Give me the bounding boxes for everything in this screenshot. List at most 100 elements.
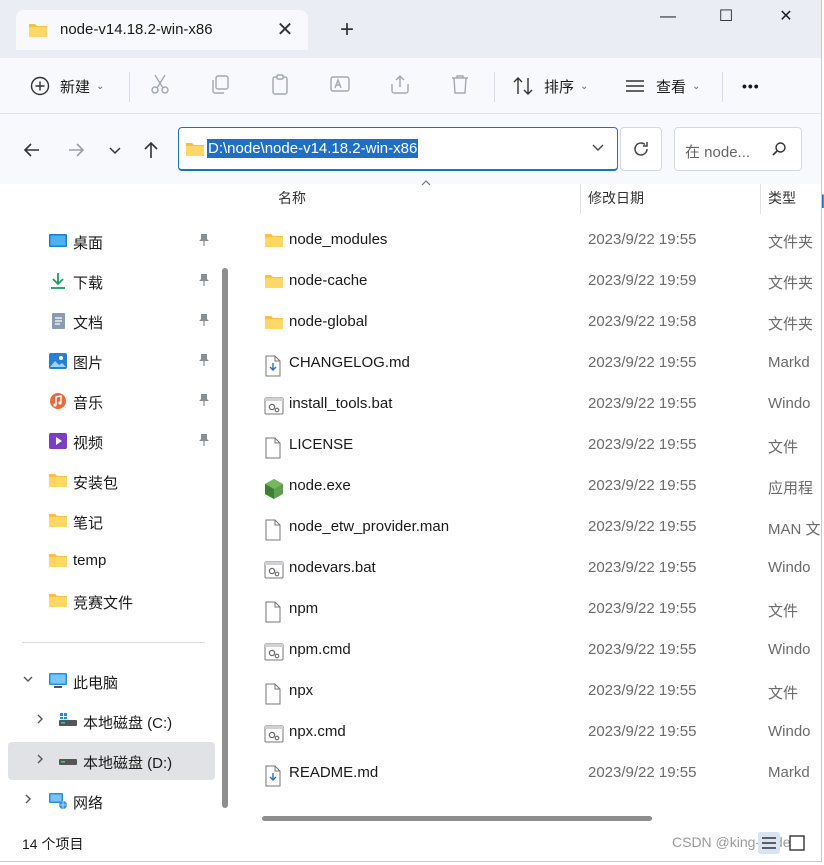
- computer-icon: [48, 672, 68, 690]
- sidebar-item-drive-c[interactable]: 本地磁盘 (C:): [8, 702, 215, 740]
- sidebar-item-quick-access[interactable]: 安装包: [8, 462, 215, 500]
- sidebar-item-label: 音乐: [73, 395, 104, 412]
- sidebar-item-network[interactable]: 网络: [8, 782, 215, 820]
- file-name: npx: [289, 682, 314, 699]
- sidebar-item-quick-access[interactable]: 文档: [8, 302, 215, 340]
- column-header-name[interactable]: 名称: [278, 188, 306, 208]
- delete-icon[interactable]: [448, 72, 476, 100]
- file-row[interactable]: node-global 2023/9/22 19:58 文件夹: [250, 302, 821, 342]
- file-name: node_etw_provider.man: [289, 518, 450, 535]
- sidebar-scrollbar[interactable]: [222, 268, 228, 808]
- sort-ascending-icon: [420, 178, 432, 190]
- tab-close-button[interactable]: ✕: [272, 17, 298, 43]
- file-row[interactable]: nodevars.bat 2023/9/22 19:55 Windo: [250, 548, 821, 588]
- back-button[interactable]: [18, 136, 46, 164]
- file-row[interactable]: npm 2023/9/22 19:55 文件: [250, 589, 821, 629]
- sidebar-item-this-pc[interactable]: 此电脑: [8, 662, 215, 700]
- file-modified-date: 2023/9/22 19:55: [588, 436, 697, 453]
- column-divider[interactable]: [580, 184, 581, 214]
- sidebar-item-quick-access[interactable]: 音乐: [8, 382, 215, 420]
- sidebar-item-quick-access[interactable]: 下载: [8, 262, 215, 300]
- chevron-down-icon[interactable]: [591, 140, 605, 157]
- folder-icon: [185, 141, 205, 161]
- file-modified-date: 2023/9/22 19:59: [588, 272, 697, 289]
- file-row[interactable]: npx 2023/9/22 19:55 文件: [250, 671, 821, 711]
- thumbnail-view-button[interactable]: [786, 832, 808, 854]
- chevron-right-icon[interactable]: [34, 713, 46, 728]
- pin-icon[interactable]: [198, 433, 210, 450]
- file-modified-date: 2023/9/22 19:55: [588, 518, 697, 535]
- sort-button[interactable]: 排序 ⌄: [512, 70, 588, 102]
- sidebar-item-quick-access[interactable]: temp: [8, 542, 215, 580]
- file-row[interactable]: node_etw_provider.man 2023/9/22 19:55 MAN …: [250, 507, 821, 547]
- music-icon: [48, 392, 68, 410]
- sidebar-item-quick-access[interactable]: 笔记: [8, 502, 215, 540]
- pin-icon[interactable]: [198, 393, 210, 410]
- file-type: Windo: [768, 641, 811, 658]
- file-type: Windo: [768, 723, 811, 740]
- file-name: node-cache: [289, 272, 368, 289]
- sort-label: 排序: [544, 78, 575, 96]
- sidebar-item-quick-access[interactable]: 竞赛文件: [8, 582, 215, 620]
- file-row[interactable]: npx.cmd 2023/9/22 19:55 Windo: [250, 712, 821, 752]
- refresh-button[interactable]: [620, 127, 662, 171]
- minimize-button[interactable]: —: [640, 0, 696, 34]
- address-bar[interactable]: D:\node\node-v14.18.2-win-x86: [178, 127, 618, 171]
- file-row[interactable]: node-cache 2023/9/22 19:59 文件夹: [250, 261, 821, 301]
- file-row[interactable]: node_modules 2023/9/22 19:55 文件夹: [250, 220, 821, 260]
- file-type: MAN 文: [768, 521, 821, 538]
- sidebar-item-label: 本地磁盘 (C:): [83, 715, 173, 732]
- sidebar-item-quick-access[interactable]: 视频: [8, 422, 215, 460]
- toolbar-divider: [722, 72, 723, 102]
- maximize-button[interactable]: ☐: [698, 0, 754, 34]
- chevron-down-icon[interactable]: [22, 673, 34, 688]
- tab-title: node-v14.18.2-win-x86: [60, 21, 213, 38]
- column-divider[interactable]: [760, 184, 761, 214]
- new-button[interactable]: 新建 ⌄: [30, 70, 104, 102]
- file-row[interactable]: CHANGELOG.md 2023/9/22 19:55 Markd: [250, 343, 821, 383]
- search-box[interactable]: 在 node...: [674, 127, 802, 171]
- copy-icon[interactable]: [208, 72, 236, 100]
- rename-icon[interactable]: [328, 72, 356, 100]
- pin-icon[interactable]: [198, 233, 210, 250]
- file-row[interactable]: README.md 2023/9/22 19:55 Markd: [250, 753, 821, 793]
- share-icon[interactable]: [388, 72, 416, 100]
- file-modified-date: 2023/9/22 19:55: [588, 559, 697, 576]
- column-header-type[interactable]: 类型: [768, 188, 796, 208]
- sidebar-item-label: 图片: [73, 355, 104, 372]
- toolbar-divider: [494, 72, 495, 102]
- forward-button[interactable]: [62, 136, 90, 164]
- new-tab-button[interactable]: +: [332, 16, 362, 46]
- recent-locations-button[interactable]: [101, 136, 129, 164]
- cut-icon[interactable]: [148, 72, 176, 100]
- title-bar: node-v14.18.2-win-x86 ✕ + — ☐ ✕: [0, 0, 821, 58]
- address-path[interactable]: D:\node\node-v14.18.2-win-x86: [207, 139, 419, 158]
- search-input[interactable]: 在 node...: [685, 141, 750, 162]
- pin-icon[interactable]: [198, 273, 210, 290]
- file-row[interactable]: LICENSE 2023/9/22 19:55 文件: [250, 425, 821, 465]
- pin-icon[interactable]: [198, 353, 210, 370]
- view-button[interactable]: 查看 ⌄: [624, 70, 700, 102]
- file-row[interactable]: install_tools.bat 2023/9/22 19:55 Windo: [250, 384, 821, 424]
- markdown-file-icon: [264, 765, 284, 787]
- sidebar-item-quick-access[interactable]: 图片: [8, 342, 215, 380]
- pin-icon[interactable]: [198, 313, 210, 330]
- file-row[interactable]: node.exe 2023/9/22 19:55 应用程: [250, 466, 821, 506]
- horizontal-scrollbar[interactable]: [262, 816, 652, 821]
- more-options-button[interactable]: •••: [742, 70, 760, 102]
- chevron-right-icon[interactable]: [34, 753, 46, 768]
- chevron-right-icon[interactable]: [22, 793, 34, 808]
- file-name: node-global: [289, 313, 368, 330]
- paste-icon[interactable]: [268, 72, 296, 100]
- up-button[interactable]: [137, 136, 165, 164]
- chevron-down-icon: ⌄: [580, 80, 589, 92]
- batch-file-icon: [264, 724, 284, 744]
- details-view-button[interactable]: [758, 832, 780, 854]
- sidebar-item-drive-d[interactable]: 本地磁盘 (D:): [8, 742, 215, 780]
- close-window-button[interactable]: ✕: [758, 0, 814, 34]
- tab-current-folder[interactable]: node-v14.18.2-win-x86 ✕: [16, 10, 308, 50]
- column-header-date[interactable]: 修改日期: [588, 188, 644, 208]
- sidebar-item-quick-access[interactable]: 桌面: [8, 222, 215, 260]
- folder-icon: [48, 472, 68, 490]
- file-row[interactable]: npm.cmd 2023/9/22 19:55 Windo: [250, 630, 821, 670]
